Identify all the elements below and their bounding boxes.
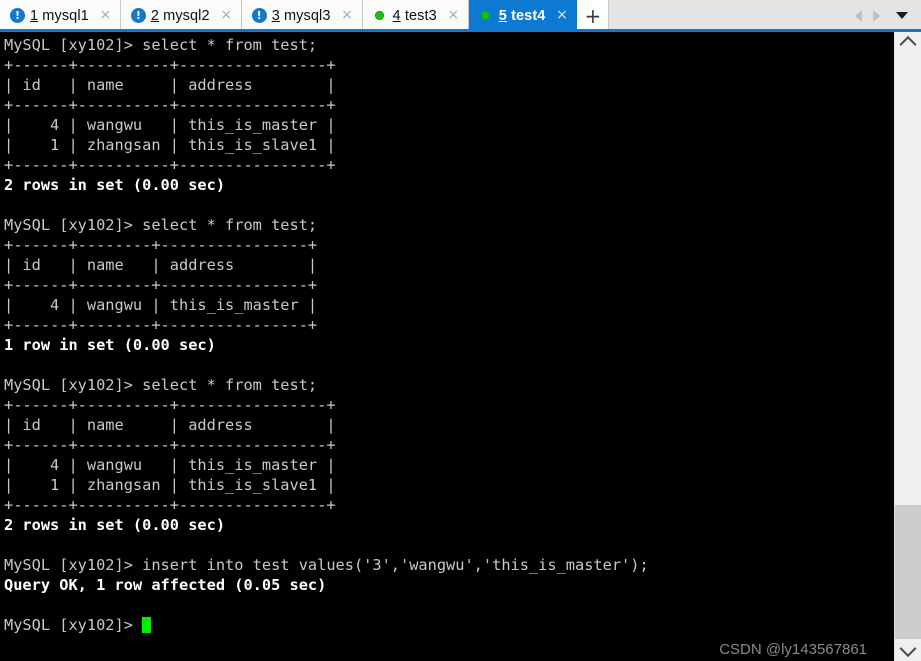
terminal-output-pane[interactable]: MySQL [xy102]> select * from test; +-----…: [0, 32, 894, 661]
terminal-line: | 1 | zhangsan | this_is_slave1 |: [4, 136, 336, 154]
terminal-line: MySQL [xy102]> select * from test;: [4, 36, 318, 54]
terminal-line: Query OK, 1 row affected (0.05 sec): [4, 576, 327, 594]
scrollbar-up-button[interactable]: [895, 32, 921, 54]
terminal-line: +------+----------+----------------+: [4, 396, 336, 414]
new-tab-label: +: [584, 3, 602, 28]
terminal-line: +------+----------+----------------+: [4, 496, 336, 514]
triangle-left-icon: [854, 9, 862, 22]
terminal-line: 2 rows in set (0.00 sec): [4, 516, 226, 534]
terminal-scrollbar[interactable]: [894, 32, 921, 661]
tab-mysql3[interactable]: ! 3 mysql3 ×: [241, 0, 363, 31]
tab-label: 5 test4: [498, 7, 546, 24]
scroll-tabs-right-icon[interactable]: [867, 6, 885, 26]
warning-circle-icon: !: [10, 8, 25, 23]
green-dot-icon: [479, 8, 494, 23]
scroll-tabs-left-icon[interactable]: [849, 6, 867, 26]
scrollbar-thumb[interactable]: [895, 505, 921, 639]
tab-number: 2: [150, 7, 160, 24]
terminal-line: 2 rows in set (0.00 sec): [4, 176, 226, 194]
tab-bar: ! 1 mysql1 ×! 2 mysql2 ×! 3 mysql3 × 4 test3 × 5 …: [0, 0, 921, 31]
tab-list: ! 1 mysql1 ×! 2 mysql2 ×! 3 mysql3 × 4 test3 × 5 …: [0, 0, 578, 31]
terminal-line: | 4 | wangwu | this_is_master |: [4, 296, 318, 314]
tab-mysql2[interactable]: ! 2 mysql2 ×: [120, 0, 242, 31]
watermark: CSDN @ly143567861: [719, 641, 867, 658]
terminal-line: | id | name | address |: [4, 256, 318, 274]
close-icon[interactable]: ×: [98, 8, 113, 23]
terminal-line: MySQL [xy102]> insert into test values('…: [4, 556, 649, 574]
tab-list-menu-button[interactable]: [891, 6, 913, 26]
terminal-line: +------+----------+----------------+: [4, 436, 336, 454]
terminal-text: MySQL [xy102]> select * from test; +-----…: [4, 35, 649, 635]
tab-label: 2 mysql2: [150, 7, 210, 24]
close-icon[interactable]: ×: [554, 8, 569, 23]
close-icon[interactable]: ×: [340, 8, 355, 23]
new-tab-button[interactable]: +: [577, 0, 610, 31]
warning-circle-icon: !: [130, 8, 146, 23]
tab-number: 1: [30, 7, 39, 24]
terminal-line: MySQL [xy102]> select * from test;: [4, 376, 318, 394]
terminal-line: +------+----------+----------------+: [4, 96, 336, 114]
tab-test3[interactable]: 4 test3 ×: [362, 0, 469, 31]
triangle-right-icon: [872, 9, 880, 22]
close-icon[interactable]: ×: [446, 8, 461, 23]
terminal-line: +------+--------+----------------+: [4, 316, 318, 334]
tab-bar-filler: [609, 0, 849, 31]
mobaxterm-window: ! 1 mysql1 ×! 2 mysql2 ×! 3 mysql3 × 4 test3 × 5 …: [0, 0, 921, 661]
warning-circle-icon: !: [251, 8, 267, 23]
close-icon[interactable]: ×: [219, 8, 234, 23]
tab-mysql1[interactable]: ! 1 mysql1 ×: [0, 0, 121, 31]
scrollbar-down-button[interactable]: [895, 639, 921, 661]
tab-number: 3: [271, 7, 280, 24]
terminal-line: MySQL [xy102]> select * from test;: [4, 216, 318, 234]
chevron-up-icon: [899, 35, 917, 53]
tab-number: 4: [392, 7, 401, 24]
chevron-down-icon: [899, 640, 917, 658]
terminal-line: | id | name | address |: [4, 76, 336, 94]
terminal-cursor: [142, 617, 152, 633]
tab-number: 5: [498, 7, 507, 24]
chevron-down-icon: [896, 12, 908, 19]
tab-bar-controls: [849, 0, 921, 31]
tab-label: 4 test3: [392, 7, 437, 24]
terminal-line: +------+----------+----------------+: [4, 56, 336, 74]
terminal-line: | 1 | zhangsan | this_is_slave1 |: [4, 476, 336, 494]
terminal-line: +------+--------+----------------+: [4, 276, 318, 294]
green-dot-icon: [373, 8, 388, 23]
terminal-line: | 4 | wangwu | this_is_master |: [4, 456, 336, 474]
tab-label: 3 mysql3: [271, 7, 331, 24]
terminal-line: | id | name | address |: [4, 416, 336, 434]
tab-test4[interactable]: 5 test4 ×: [468, 0, 578, 31]
terminal-line: | 4 | wangwu | this_is_master |: [4, 116, 336, 134]
terminal-line: +------+--------+----------------+: [4, 236, 318, 254]
terminal-line: +------+----------+----------------+: [4, 156, 336, 174]
terminal-line: MySQL [xy102]>: [4, 615, 649, 635]
terminal-line: 1 row in set (0.00 sec): [4, 336, 216, 354]
tab-label: 1 mysql1: [30, 7, 89, 24]
